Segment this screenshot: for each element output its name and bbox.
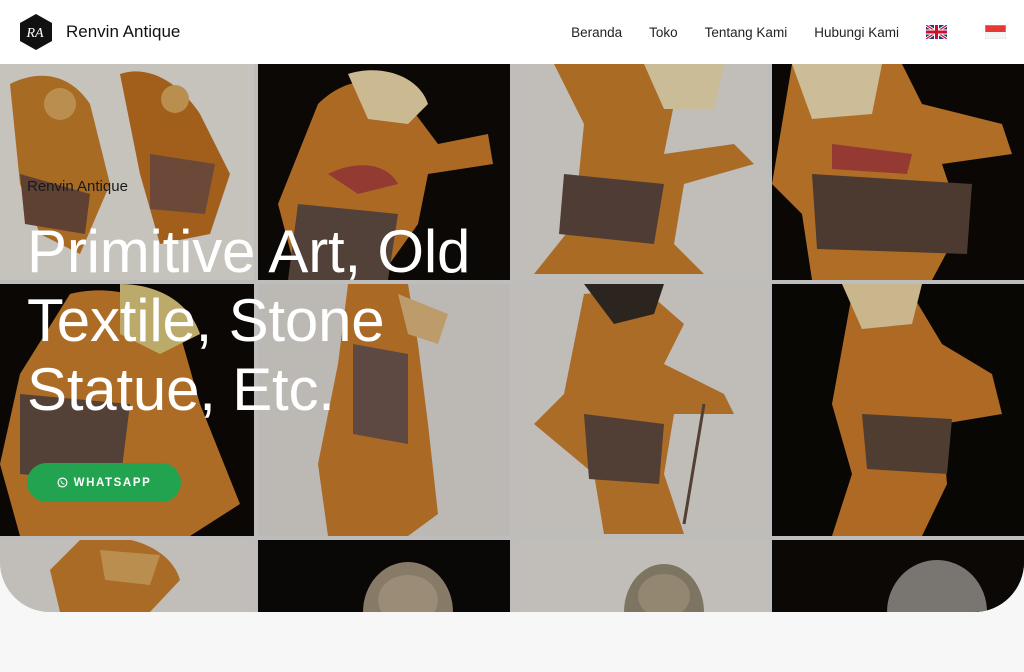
hero-heading: Primitive Art, Old Textile, Stone Statue… — [27, 218, 471, 423]
whatsapp-button-label: WHATSAPP — [73, 476, 152, 489]
brand-name[interactable]: Renvin Antique — [66, 22, 180, 42]
hero-content: Renvin Antique Primitive Art, Old Textil… — [27, 178, 487, 502]
brand-logo[interactable]: RA — [18, 13, 54, 51]
navbar: RA Renvin Antique Beranda Toko Tentang K… — [0, 0, 1024, 64]
nav-toko[interactable]: Toko — [649, 25, 678, 40]
flag-id-icon[interactable] — [985, 25, 1006, 39]
whatsapp-icon — [57, 477, 68, 488]
main-nav: Beranda Toko Tentang Kami Hubungi Kami — [571, 0, 1006, 64]
page-body — [0, 612, 1024, 672]
nav-beranda[interactable]: Beranda — [571, 25, 622, 40]
whatsapp-button[interactable]: WHATSAPP — [27, 463, 181, 502]
flag-uk-icon[interactable] — [926, 25, 947, 39]
svg-text:RA: RA — [25, 26, 44, 41]
hero-eyebrow: Renvin Antique — [27, 178, 128, 195]
nav-tentang-kami[interactable]: Tentang Kami — [705, 25, 788, 40]
nav-hubungi-kami[interactable]: Hubungi Kami — [814, 25, 899, 40]
hero-section: Renvin Antique Primitive Art, Old Textil… — [0, 64, 1024, 612]
